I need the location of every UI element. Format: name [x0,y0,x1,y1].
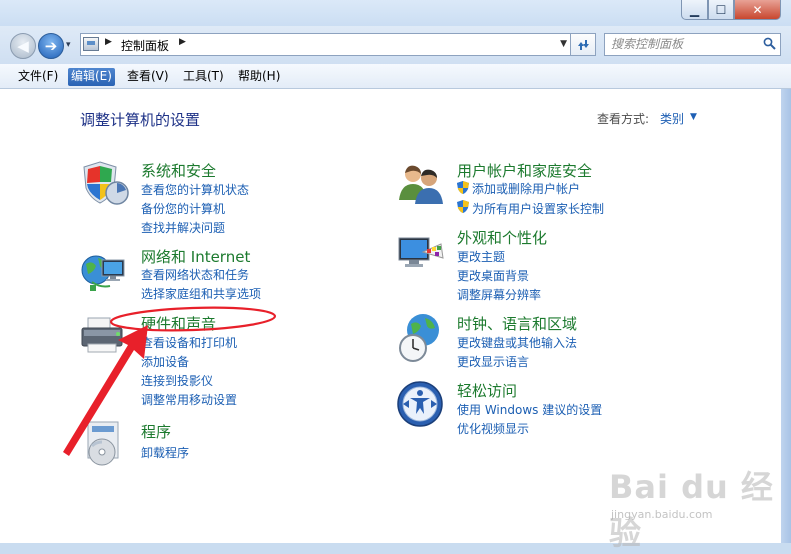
breadcrumb-separator-icon[interactable]: ▶ [105,37,112,47]
category-title[interactable]: 网络和 Internet [141,246,250,267]
category-title[interactable]: 轻松访问 [457,380,517,401]
link-parental-controls[interactable]: 为所有用户设置家长控制 [472,200,604,217]
breadcrumb-control-panel[interactable]: 控制面板 [121,37,169,54]
watermark-url: jingyan.baidu.com [611,508,713,521]
refresh-icon [578,39,589,50]
breadcrumb-separator-icon[interactable]: ▶ [179,37,186,47]
minimize-icon: ▁ [689,2,700,17]
category-title[interactable]: 系统和安全 [141,160,216,181]
search-box[interactable] [604,33,781,56]
search-icon[interactable] [763,37,776,50]
link-uninstall-program[interactable]: 卸载程序 [141,444,189,461]
link-change-background[interactable]: 更改桌面背景 [457,267,529,284]
printer-hardware-icon [81,317,123,353]
link-connect-projector[interactable]: 连接到投影仪 [141,372,213,389]
uac-shield-icon [457,181,469,194]
control-panel-icon [83,37,99,51]
close-icon: ✕ [752,2,763,17]
menu-tools[interactable]: 工具(T) [183,68,224,86]
category-title[interactable]: 外观和个性化 [457,227,547,248]
clock-globe-icon [399,314,439,362]
close-button[interactable]: ✕ [734,0,781,20]
link-add-device[interactable]: 添加设备 [141,353,189,370]
link-windows-suggested-settings[interactable]: 使用 Windows 建议的设置 [457,401,602,418]
shield-flag-icon [83,161,129,205]
link-view-computer-status[interactable]: 查看您的计算机状态 [141,181,249,198]
link-change-keyboard[interactable]: 更改键盘或其他输入法 [457,334,577,351]
programs-disc-icon [87,421,119,466]
monitor-palette-icon [398,237,444,267]
ease-of-access-icon [397,381,443,427]
view-by-dropdown[interactable]: 类别 [660,110,684,127]
maximize-button[interactable]: ☐ [708,0,734,20]
link-homegroup-sharing[interactable]: 选择家庭组和共享选项 [141,285,261,302]
baidu-watermark: Bai du 经验 jingyan.baidu.com [609,462,789,552]
link-change-theme[interactable]: 更改主题 [457,248,505,265]
link-add-remove-accounts[interactable]: 添加或删除用户帐户 [472,180,580,197]
uac-shield-icon [457,200,469,213]
back-arrow-icon: ◀ [17,37,29,55]
category-title[interactable]: 用户帐户和家庭安全 [457,160,592,181]
link-change-display-language[interactable]: 更改显示语言 [457,353,529,370]
link-mobility-settings[interactable]: 调整常用移动设置 [141,391,237,408]
minimize-button[interactable]: ▁ [681,0,708,20]
maximize-icon: ☐ [715,2,727,17]
menu-view[interactable]: 查看(V) [127,68,169,86]
link-optimize-video-display[interactable]: 优化视频显示 [457,420,529,437]
link-view-network-status[interactable]: 查看网络状态和任务 [141,266,249,283]
control-panel-window: ▁ ☐ ✕ ◀ ➔ ▾ ▶ 控制面板 ▶ ▼ 文件(F) 编辑(E) 查看(V)… [0,0,791,552]
link-screen-resolution[interactable]: 调整屏幕分辨率 [457,286,541,303]
category-title[interactable]: 硬件和声音 [141,313,216,334]
address-dropdown-icon[interactable]: ▼ [560,39,567,49]
forward-arrow-icon: ➔ [44,37,58,55]
address-bar[interactable]: ▶ 控制面板 ▶ ▼ [80,33,571,56]
recent-pages-dropdown[interactable]: ▾ [66,40,71,50]
back-button[interactable]: ◀ [10,33,36,59]
view-by-label: 查看方式: [597,112,650,126]
link-view-devices-printers[interactable]: 查看设备和打印机 [141,334,237,351]
users-icon [399,165,443,204]
menu-help[interactable]: 帮助(H) [238,68,280,86]
category-title[interactable]: 时钟、语言和区域 [457,313,577,334]
refresh-button[interactable] [571,33,596,56]
menu-edit[interactable]: 编辑(E) [68,68,115,86]
forward-button[interactable]: ➔ [38,33,64,59]
menu-bar: 文件(F) 编辑(E) 查看(V) 工具(T) 帮助(H) [0,64,791,89]
search-input[interactable] [611,37,756,51]
category-title[interactable]: 程序 [141,421,171,442]
chevron-down-icon[interactable]: ▼ [690,112,697,122]
link-backup-computer[interactable]: 备份您的计算机 [141,200,225,217]
globe-network-icon [81,255,125,291]
page-title: 调整计算机的设置 [80,111,201,129]
link-find-fix-problems[interactable]: 查找并解决问题 [141,219,225,236]
menu-file[interactable]: 文件(F) [18,68,58,86]
